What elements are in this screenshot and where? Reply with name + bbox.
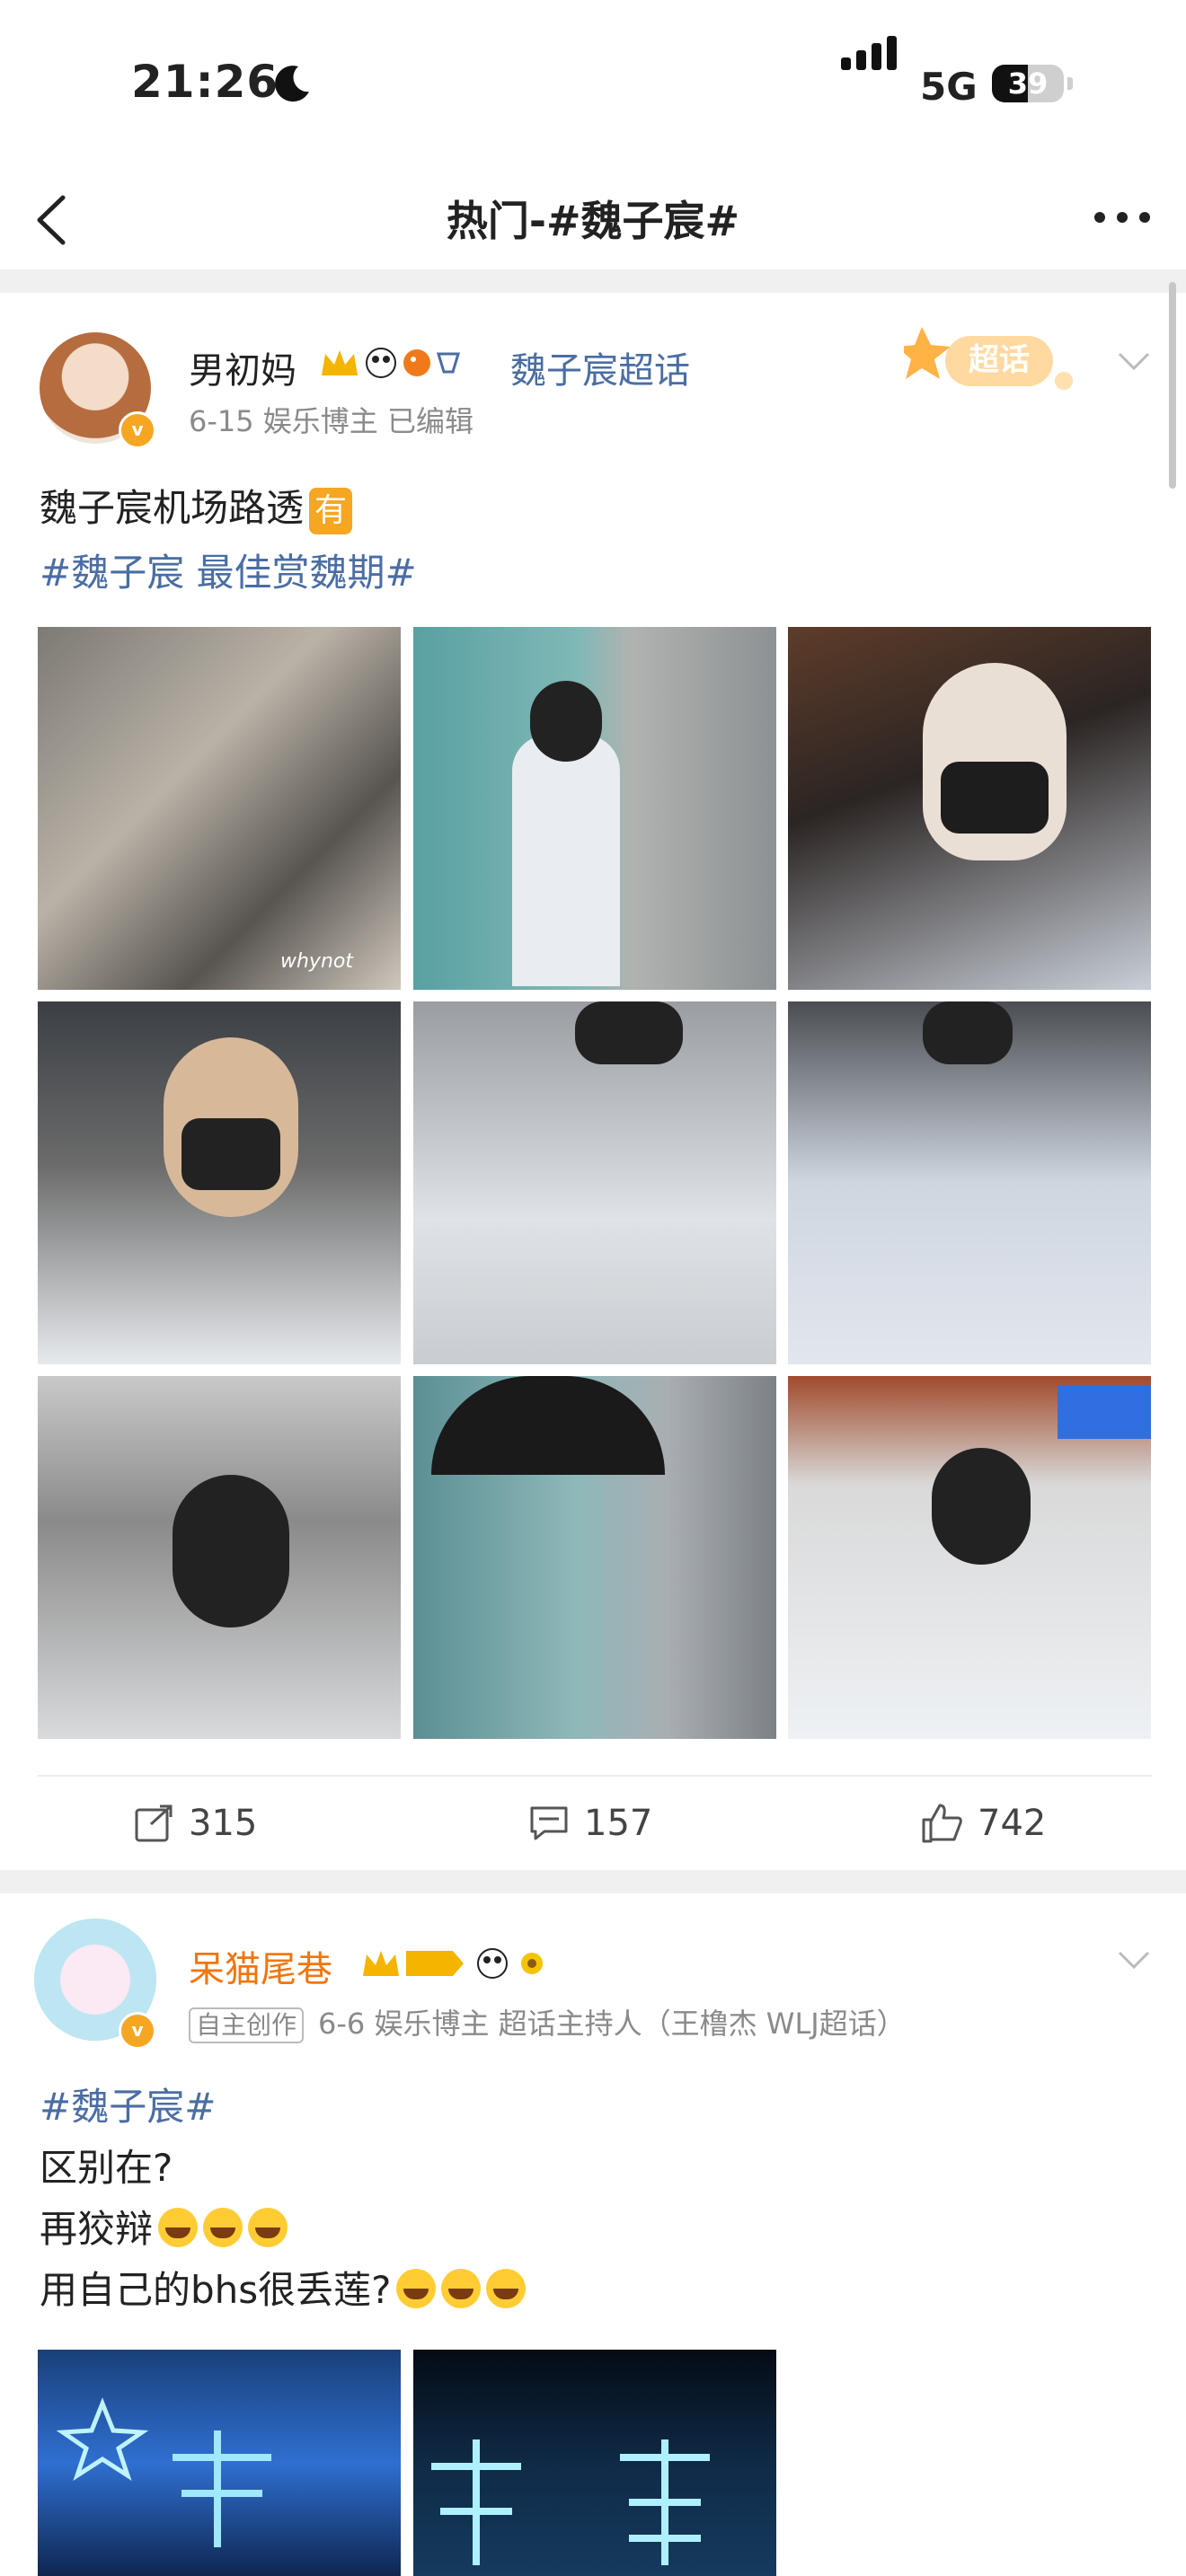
divider: [0, 1870, 1186, 1893]
post-photo[interactable]: [413, 627, 776, 990]
post-photo[interactable]: [38, 1376, 401, 1739]
repost-count: 315: [189, 1803, 258, 1844]
battery-level: 39: [1007, 66, 1049, 101]
chevron-down-icon[interactable]: [1116, 347, 1152, 374]
post-text-line: 用自己的bhs很丢莲?: [40, 2260, 527, 2315]
post-photo[interactable]: [413, 1376, 776, 1739]
comment-icon: [530, 1806, 568, 1840]
laugh-cry-emoji-icon: [486, 2269, 527, 2308]
status-time: 21:26: [131, 56, 279, 108]
verified-badge-icon: v: [119, 411, 156, 449]
supertopic-badge-label: 超话: [969, 342, 1030, 378]
comment-button[interactable]: 157: [528, 1796, 652, 1850]
hashtag-link[interactable]: #魏子宸 最佳赏魏期#: [40, 543, 417, 597]
hashtag-link[interactable]: #魏子宸#: [40, 2077, 216, 2131]
divider: [0, 269, 1186, 293]
status-bar: 21:26 5G 39: [0, 0, 1186, 171]
photo-watermark: whynot: [280, 950, 353, 973]
laugh-cry-emoji-icon: [203, 2208, 243, 2247]
supertopic-badge: 超话: [904, 327, 1073, 390]
user-medal-icons: [322, 348, 461, 378]
post-meta: 6-15 娱乐博主 已编辑: [189, 404, 474, 438]
post-photo[interactable]: [413, 1001, 776, 1364]
user-medal-icons: [363, 1948, 543, 1979]
divider: [38, 1775, 1152, 1777]
chevron-down-icon[interactable]: [1116, 1945, 1152, 1972]
post-text-line: 再狡辩: [40, 2199, 288, 2254]
post-text-main: 魏子宸机场路透: [40, 486, 305, 530]
repost-icon: [135, 1804, 173, 1842]
post-meta: 6-6 娱乐博主 超话主持人（王橹杰 WLJ超话）: [318, 2007, 906, 2041]
like-button[interactable]: 742: [920, 1796, 1046, 1850]
like-count: 742: [978, 1803, 1047, 1844]
supertopic-link[interactable]: 魏子宸超话: [510, 341, 690, 393]
post-text-line-content: 再狡辩: [40, 2207, 154, 2251]
post-username[interactable]: 呆猫尾巷: [189, 1940, 332, 1992]
post-photo[interactable]: [788, 1001, 1151, 1364]
page-title: 热门-#魏子宸#: [446, 197, 740, 245]
battery-icon: 39: [992, 65, 1073, 102]
post-photo[interactable]: [413, 2350, 776, 2576]
post-meta-row: 自主创作 6-6 娱乐博主 超话主持人（王橹杰 WLJ超话）: [189, 2001, 906, 2043]
tag-icon: 有: [309, 488, 353, 534]
laugh-cry-emoji-icon: [158, 2208, 199, 2247]
moon-icon: [275, 66, 309, 102]
laugh-cry-emoji-icon: [248, 2208, 288, 2247]
more-options-icon[interactable]: [1091, 199, 1154, 235]
laugh-cry-emoji-icon: [396, 2269, 437, 2308]
post-text: 魏子宸机场路透有: [40, 478, 353, 534]
nav-bar: 热门-#魏子宸#: [0, 171, 1186, 269]
post-photo[interactable]: whynot: [38, 627, 401, 990]
scrollbar[interactable]: [1169, 282, 1176, 489]
like-icon: [922, 1804, 962, 1843]
post-photo[interactable]: [788, 1376, 1151, 1739]
laugh-cry-emoji-icon: [441, 2269, 482, 2308]
comment-count: 157: [584, 1803, 653, 1844]
original-content-chip: 自主创作: [189, 2007, 305, 2043]
network-label: 5G: [920, 65, 978, 109]
repost-button[interactable]: 315: [133, 1796, 257, 1850]
post-username[interactable]: 男初妈: [189, 341, 296, 393]
verified-badge-icon: v: [119, 2012, 156, 2050]
post-photo[interactable]: [38, 2350, 401, 2576]
post-text-line-content: 用自己的bhs很丢莲?: [40, 2268, 392, 2312]
post-text-line: 区别在?: [40, 2146, 173, 2190]
post-photo[interactable]: [788, 627, 1151, 990]
post-photo[interactable]: [38, 1001, 401, 1364]
